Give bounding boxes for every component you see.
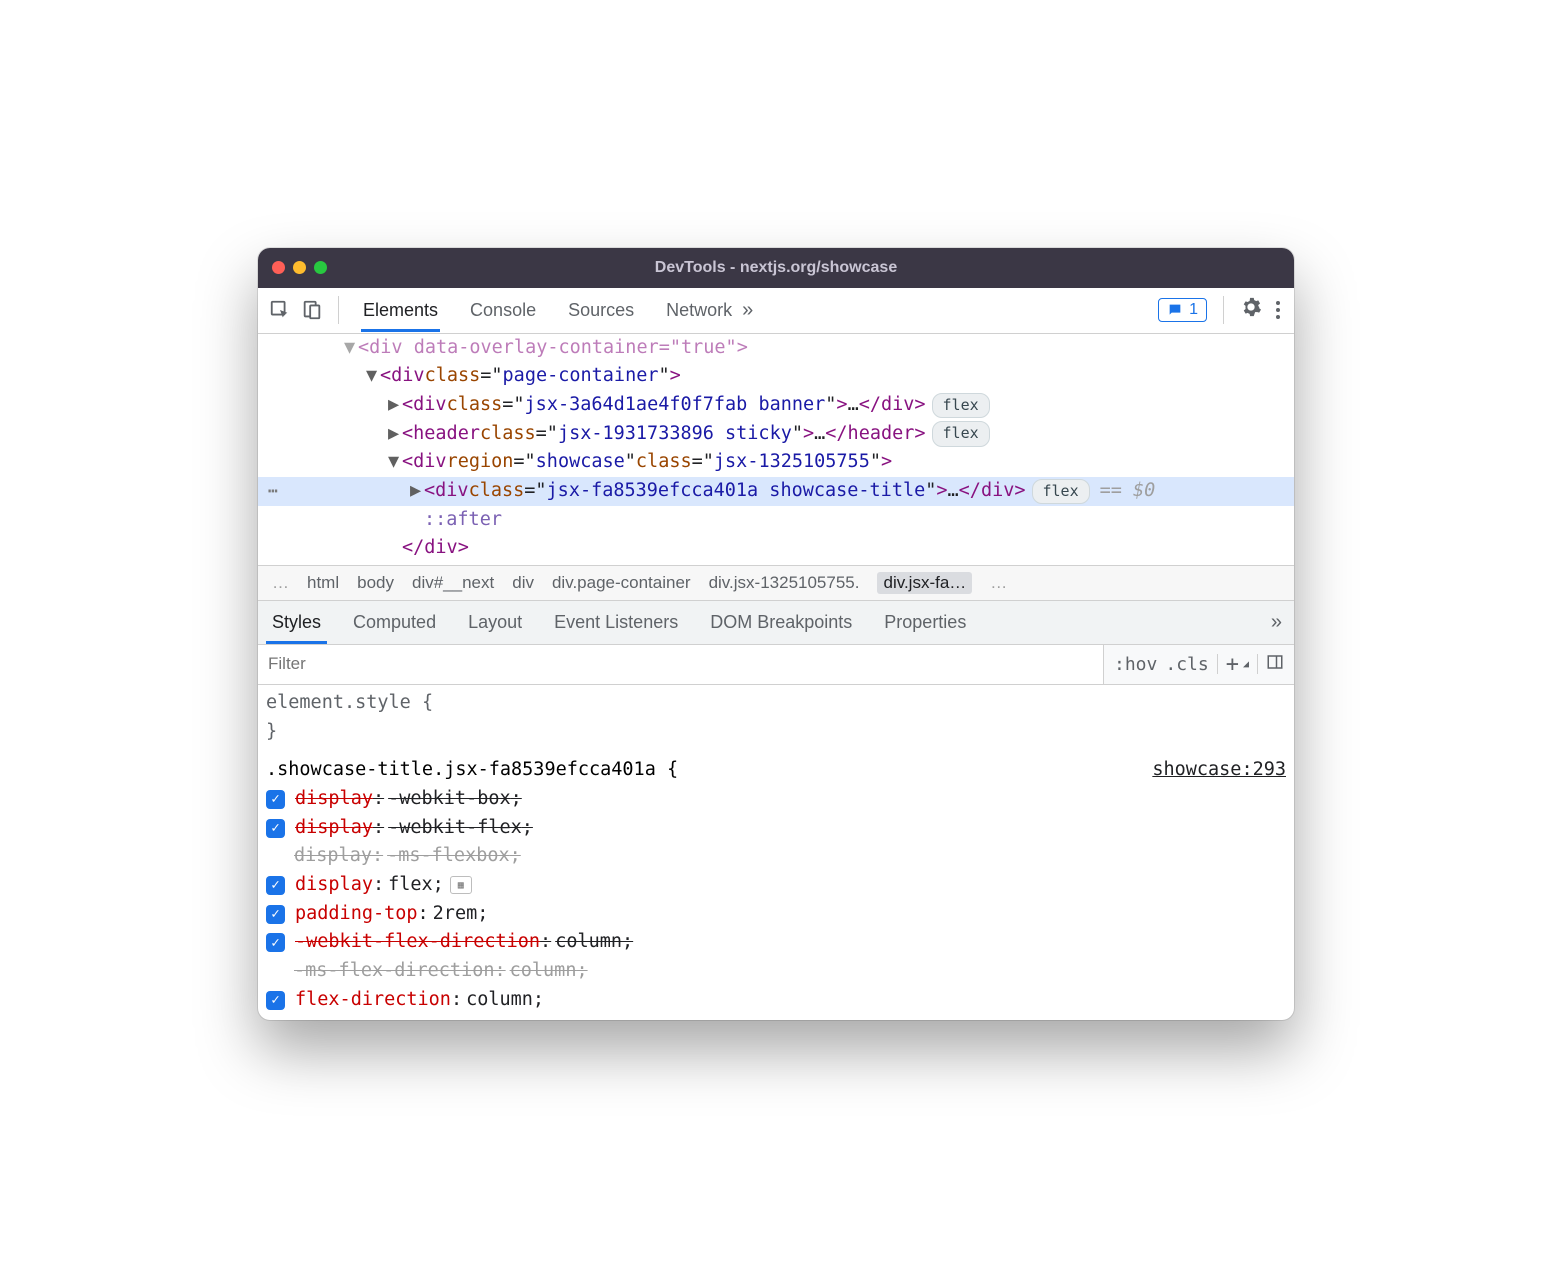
settings-gear-icon[interactable] (1240, 296, 1262, 324)
device-toolbar-icon[interactable] (300, 298, 324, 322)
devtools-window: DevTools - nextjs.org/showcase Elements C… (258, 248, 1294, 1021)
dom-node[interactable]: </div> (258, 534, 1294, 563)
main-tab-console[interactable]: Console (468, 290, 538, 331)
styles-filter-tools: :hov .cls + ◢ (1103, 645, 1294, 684)
breadcrumb-item[interactable]: body (357, 573, 394, 593)
new-style-rule-icon[interactable]: + (1226, 652, 1239, 677)
css-rule-header: .showcase-title.jsx-fa8539efcca401a { sh… (266, 756, 1286, 785)
dom-node[interactable]: ▼<div region="showcase" class="jsx-13251… (258, 448, 1294, 477)
window-title: DevTools - nextjs.org/showcase (258, 259, 1294, 277)
styles-tab-event-listeners[interactable]: Event Listeners (552, 602, 680, 643)
breadcrumb-overflow-right[interactable]: … (990, 573, 1007, 593)
inspect-element-icon[interactable] (268, 298, 292, 322)
breadcrumb-overflow-left[interactable]: … (272, 573, 289, 593)
declaration-checkbox[interactable] (266, 991, 285, 1010)
more-tabs-icon[interactable]: » (742, 299, 753, 322)
dom-node[interactable]: ▼<div class="page-container"> (258, 362, 1294, 391)
dom-node[interactable]: ▶<div class="jsx-fa8539efcca401a showcas… (258, 477, 1294, 506)
breadcrumb-item[interactable]: div (512, 573, 534, 593)
styles-tab-properties[interactable]: Properties (882, 602, 968, 643)
css-declaration[interactable]: display: -webkit-box; (266, 785, 1286, 814)
rule-selector[interactable]: .showcase-title.jsx-fa8539efcca401a { (266, 756, 678, 785)
css-declaration[interactable]: display: flex;▦ (266, 871, 1286, 900)
declaration-checkbox[interactable] (266, 933, 285, 952)
styles-tab-dom-breakpoints[interactable]: DOM Breakpoints (708, 602, 854, 643)
divider (1257, 654, 1258, 674)
layout-badge[interactable]: flex (932, 393, 990, 418)
rule-close: } (266, 718, 1286, 747)
main-tab-elements[interactable]: Elements (361, 290, 440, 331)
layout-badge[interactable]: flex (1032, 479, 1090, 504)
element-style-rule: element.style { (266, 689, 1286, 718)
main-tabs: Elements Console Sources Network (361, 290, 734, 331)
rule-selector: element.style (266, 692, 411, 713)
toolbar-divider (1223, 296, 1224, 324)
css-declaration[interactable]: -ms-flex-direction: column; (266, 957, 1286, 986)
styles-pane[interactable]: element.style { } .showcase-title.jsx-fa… (258, 685, 1294, 1020)
issues-button[interactable]: 1 (1158, 298, 1207, 322)
more-styles-tabs-icon[interactable]: » (1271, 611, 1282, 634)
css-declaration[interactable]: flex-direction: column; (266, 986, 1286, 1015)
zoom-window-button[interactable] (314, 261, 327, 274)
toolbar-right: 1 (1158, 296, 1284, 324)
more-menu-icon[interactable] (1272, 297, 1284, 323)
dom-node[interactable]: ▶<header class="jsx-1931733896 sticky">…… (258, 420, 1294, 449)
declaration-checkbox[interactable] (266, 905, 285, 924)
declaration-checkbox[interactable] (266, 876, 285, 895)
issues-count: 1 (1189, 301, 1198, 319)
dropdown-caret: ◢ (1243, 659, 1249, 670)
titlebar: DevTools - nextjs.org/showcase (258, 248, 1294, 288)
elements-breadcrumbs[interactable]: … html body div#__next div div.page-containe… (258, 565, 1294, 601)
dom-node[interactable]: ▶<div class="jsx-3a64d1ae4f0f7fab banner… (258, 391, 1294, 420)
main-tab-sources[interactable]: Sources (566, 290, 636, 331)
main-tab-network[interactable]: Network (664, 290, 734, 331)
hov-toggle[interactable]: :hov (1114, 654, 1157, 675)
breadcrumb-item[interactable]: div#__next (412, 573, 494, 593)
rule-source-link[interactable]: showcase:293 (1152, 756, 1286, 785)
cls-toggle[interactable]: .cls (1165, 654, 1208, 675)
declaration-checkbox[interactable] (266, 819, 285, 838)
close-window-button[interactable] (272, 261, 285, 274)
minimize-window-button[interactable] (293, 261, 306, 274)
dom-node[interactable]: ▼<div data-overlay-container="true"> (258, 334, 1294, 363)
styles-tab-layout[interactable]: Layout (466, 602, 524, 643)
declaration-checkbox[interactable] (266, 790, 285, 809)
breadcrumb-item[interactable]: div.jsx-fa… (877, 572, 972, 594)
dom-node[interactable]: ::after (258, 506, 1294, 535)
window-controls (272, 261, 327, 274)
css-declaration[interactable]: display: -ms-flexbox; (266, 842, 1286, 871)
css-declaration[interactable]: display: -webkit-flex; (266, 814, 1286, 843)
elements-tree[interactable]: ▼<div data-overlay-container="true">▼<di… (258, 334, 1294, 565)
main-toolbar: Elements Console Sources Network » 1 (258, 288, 1294, 334)
breadcrumb-item[interactable]: div.jsx-1325105755. (709, 573, 860, 593)
flex-editor-icon[interactable]: ▦ (450, 876, 472, 894)
styles-tabbar: Styles Computed Layout Event Listeners DOM B… (258, 601, 1294, 645)
styles-tab-styles[interactable]: Styles (270, 602, 323, 643)
styles-filter-input[interactable] (258, 645, 1103, 684)
css-declarations: display: -webkit-box;display: -webkit-fl… (266, 785, 1286, 1014)
toggle-computed-sidebar-icon[interactable] (1266, 653, 1284, 676)
toolbar-divider (338, 296, 339, 324)
styles-tab-computed[interactable]: Computed (351, 602, 438, 643)
breadcrumb-item[interactable]: div.page-container (552, 573, 691, 593)
css-declaration[interactable]: -webkit-flex-direction: column; (266, 928, 1286, 957)
divider (1217, 654, 1218, 674)
css-declaration[interactable]: padding-top: 2rem; (266, 900, 1286, 929)
styles-filter-row: :hov .cls + ◢ (258, 645, 1294, 685)
layout-badge[interactable]: flex (932, 421, 990, 446)
breadcrumb-item[interactable]: html (307, 573, 339, 593)
